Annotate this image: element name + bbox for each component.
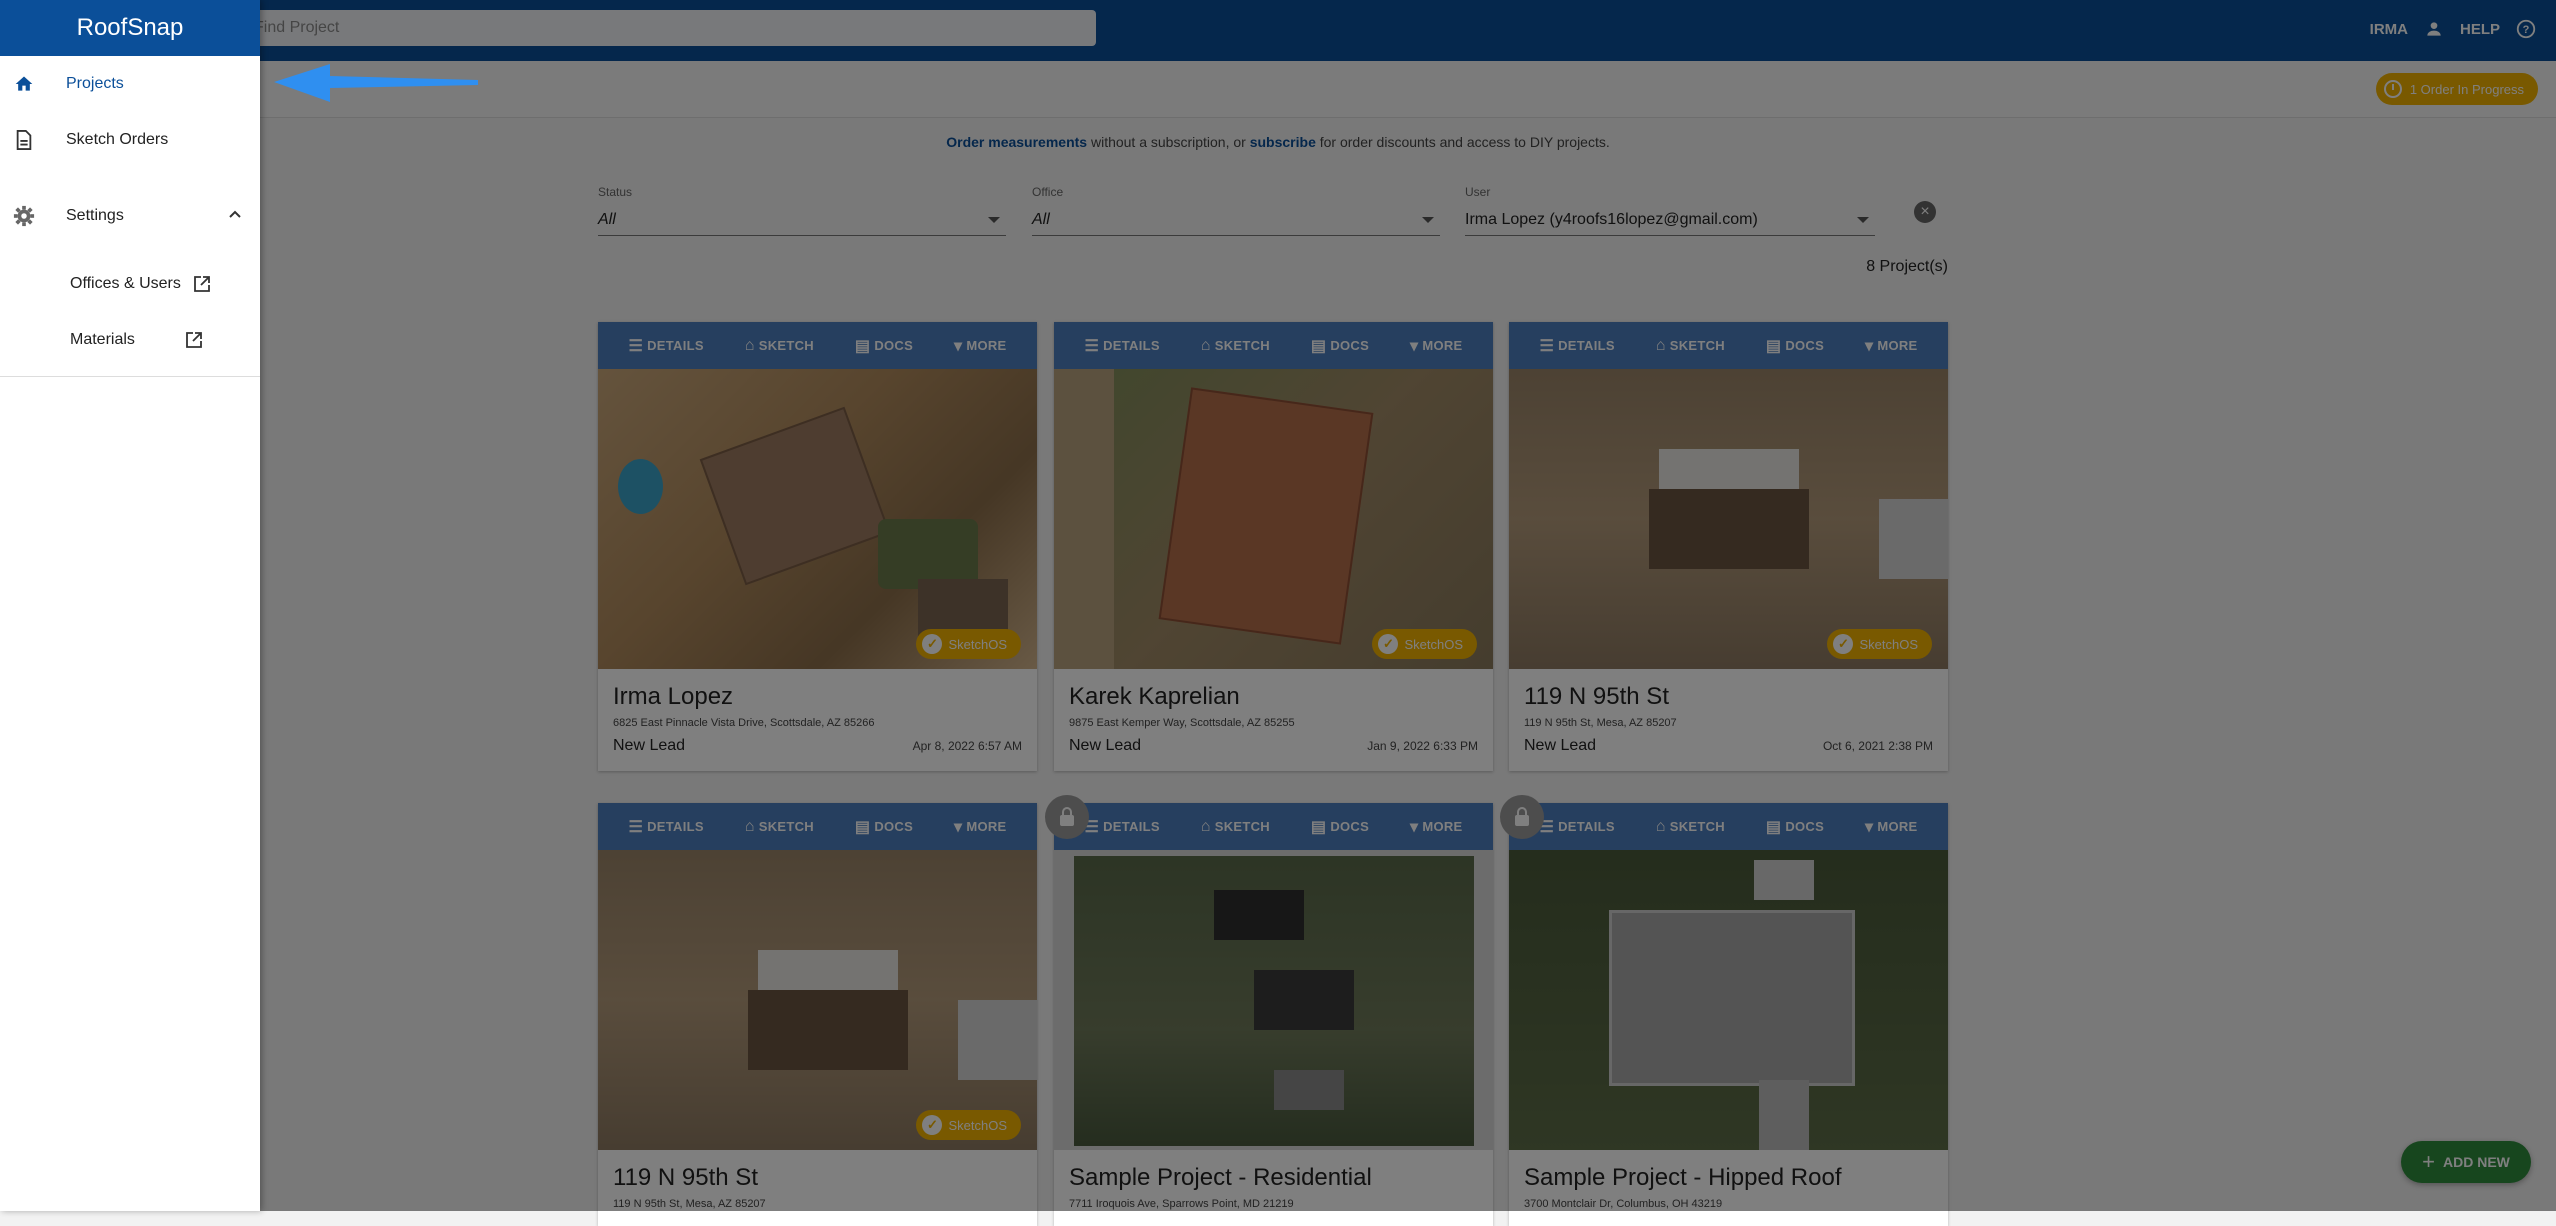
nav-item-materials[interactable]: Materials bbox=[0, 320, 260, 360]
home-icon bbox=[12, 72, 36, 96]
drawer-divider bbox=[0, 376, 260, 377]
nav-item-label: Projects bbox=[66, 75, 124, 92]
drawer-backdrop[interactable] bbox=[0, 0, 2556, 1211]
nav-item-label: Materials bbox=[70, 331, 135, 348]
nav-item-label: Settings bbox=[66, 207, 124, 224]
nav-item-label: Sketch Orders bbox=[66, 131, 169, 148]
chevron-up-icon bbox=[228, 207, 242, 226]
open-in-new-icon bbox=[193, 275, 211, 293]
document-icon bbox=[12, 128, 36, 152]
nav-item-offices-users[interactable]: Offices & Users bbox=[0, 264, 260, 304]
nav-item-sketch-orders[interactable]: Sketch Orders bbox=[0, 120, 260, 160]
navigation-drawer: RoofSnap Projects Sketch Orders Settings… bbox=[0, 0, 260, 1211]
gear-icon bbox=[12, 204, 36, 228]
open-in-new-icon bbox=[185, 331, 203, 349]
nav-item-label: Offices & Users bbox=[70, 275, 181, 292]
annotation-arrow-icon bbox=[274, 64, 478, 102]
drawer-title: RoofSnap bbox=[0, 0, 260, 56]
nav-item-projects[interactable]: Projects bbox=[0, 64, 260, 104]
nav-item-settings[interactable]: Settings bbox=[0, 196, 260, 236]
